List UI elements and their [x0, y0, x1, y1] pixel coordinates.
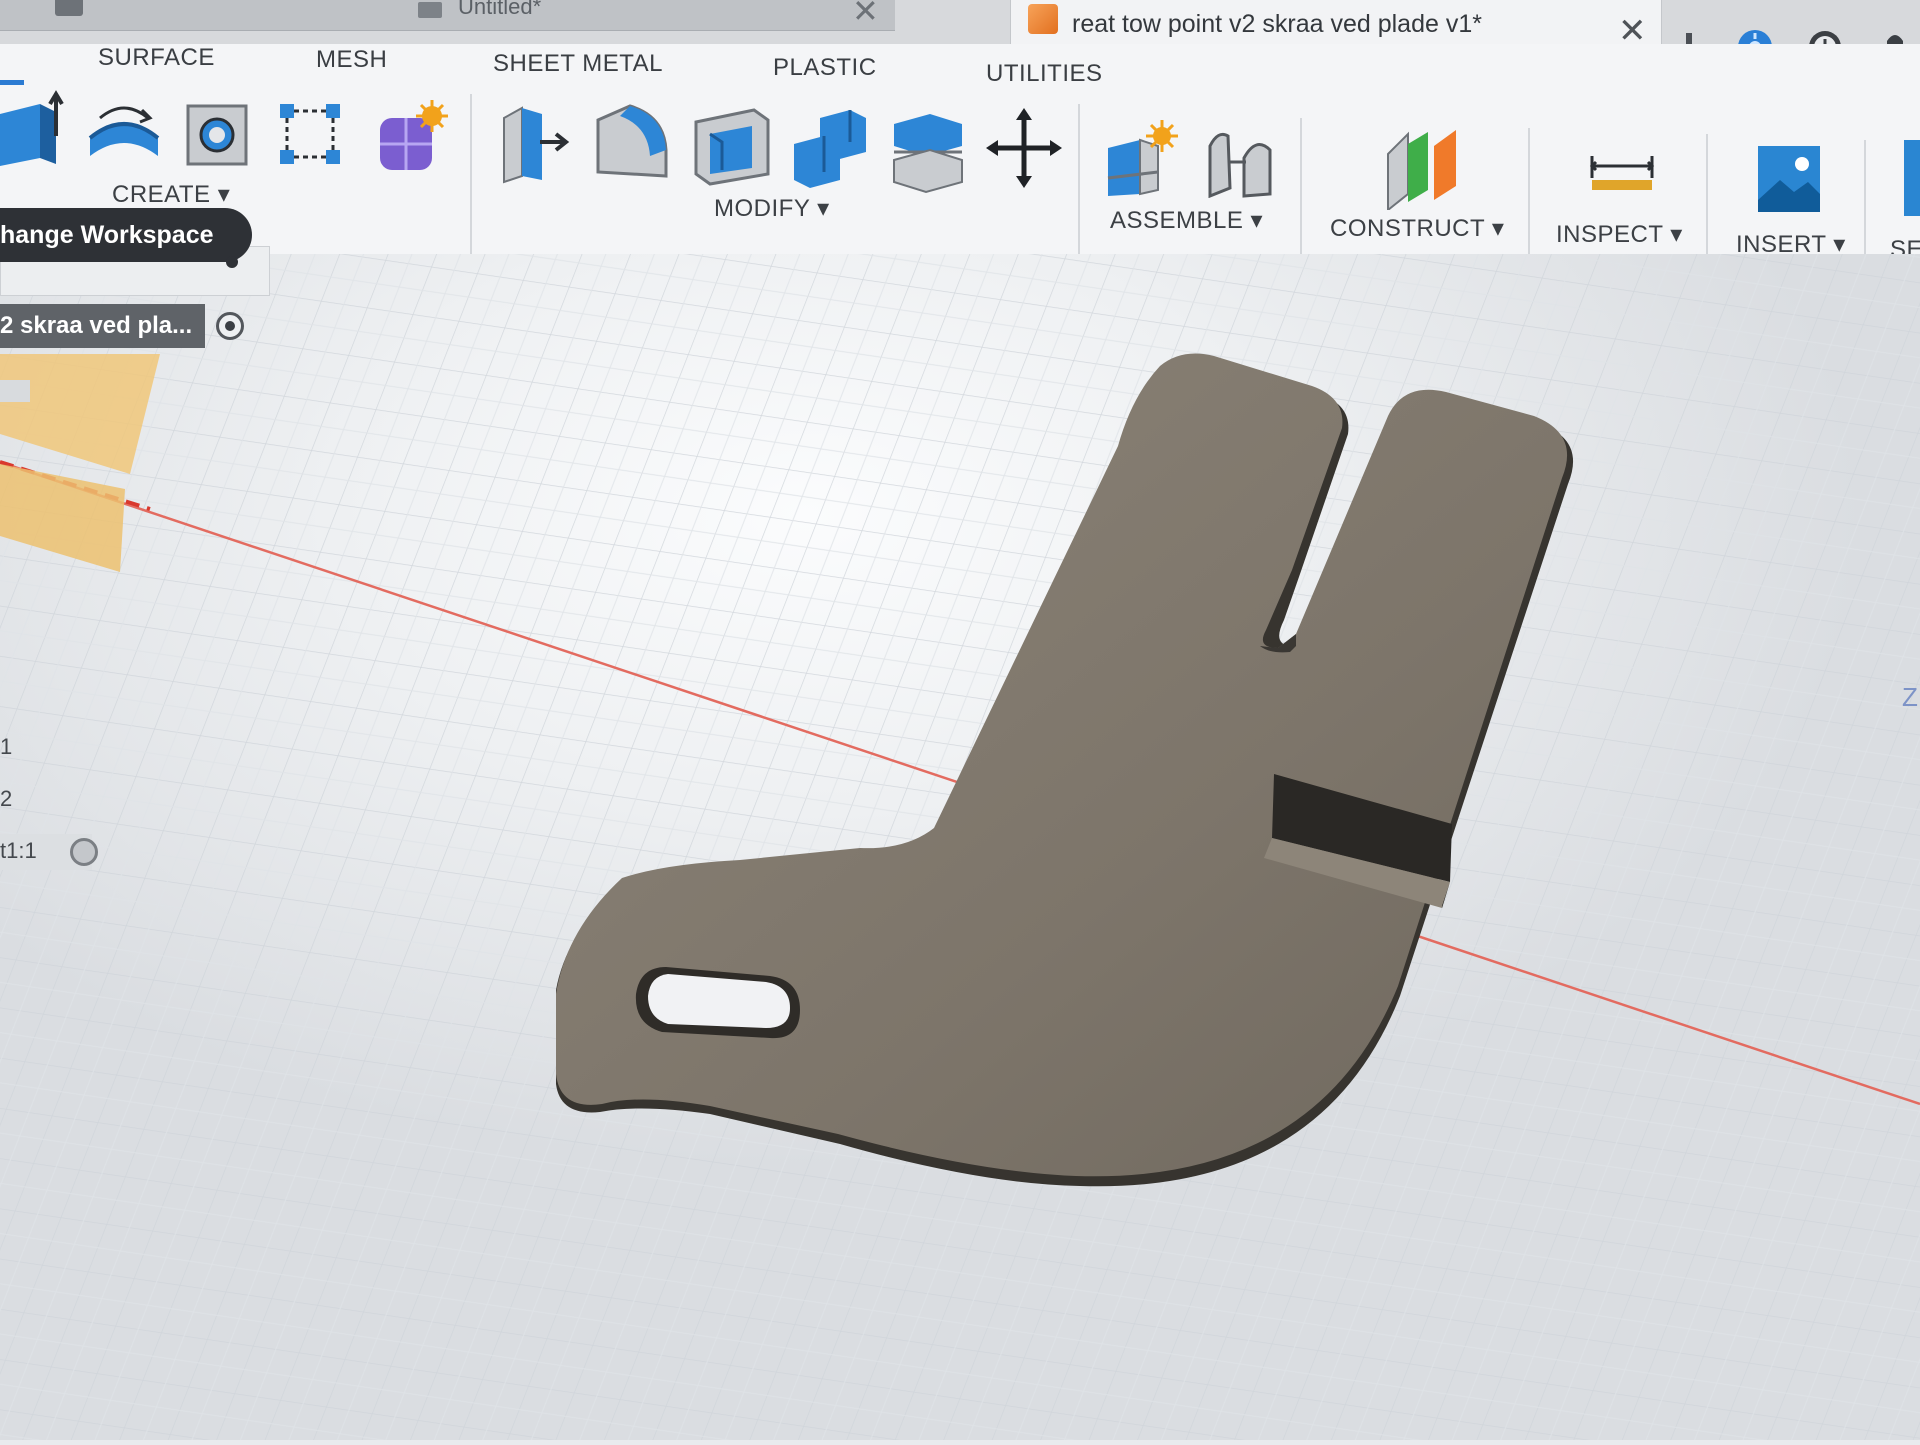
press-pull-icon[interactable]	[500, 94, 570, 189]
active-workspace-underline	[0, 80, 24, 85]
document-icon	[418, 2, 442, 18]
component-icon	[1028, 4, 1058, 34]
browser-item-3[interactable]: t1:1	[0, 838, 37, 864]
fillet-icon[interactable]	[594, 100, 670, 185]
inspect-menu[interactable]: INSPECT ▾	[1556, 220, 1683, 249]
joint-icon[interactable]	[1204, 122, 1276, 203]
tooltip-text: hange Workspace	[0, 221, 214, 249]
offset-plane-icon[interactable]	[1384, 126, 1460, 215]
tab-plastic[interactable]: PLASTIC	[773, 54, 877, 82]
document-tab-untitled[interactable]: Untitled* ✕	[0, 0, 895, 31]
close-tab-icon[interactable]: ✕	[852, 0, 879, 30]
combine-icon[interactable]	[790, 104, 870, 195]
select-icon[interactable]	[1904, 140, 1920, 221]
tab-surface[interactable]: SURFACE	[98, 44, 215, 72]
canvas-viewport[interactable]: Z	[0, 254, 1920, 1440]
insert-image-icon[interactable]	[1756, 144, 1822, 219]
extrude-icon[interactable]	[0, 90, 66, 175]
modify-menu[interactable]: MODIFY ▾	[714, 194, 830, 223]
shell-icon[interactable]	[692, 104, 772, 191]
revolve-icon[interactable]	[86, 100, 162, 169]
viewport-canvas[interactable]	[0, 254, 1920, 1440]
activate-item-radio[interactable]	[70, 838, 98, 866]
component-name: 2 skraa ved pla...	[0, 312, 193, 339]
create-menu[interactable]: CREATE ▾	[112, 180, 230, 209]
separator	[1078, 104, 1080, 264]
browser-component-row[interactable]: 2 skraa ved pla...	[0, 304, 205, 348]
move-icon[interactable]	[986, 108, 1062, 193]
new-component-icon[interactable]	[1104, 118, 1180, 203]
browser-item-1[interactable]: 1	[0, 734, 12, 760]
browser-item-2[interactable]: 2	[0, 786, 12, 812]
z-axis-label: Z	[1902, 682, 1918, 712]
hole-icon[interactable]	[182, 96, 256, 175]
form-icon[interactable]	[374, 98, 450, 179]
change-workspace-tooltip: hange Workspace	[0, 208, 252, 262]
separator	[470, 94, 472, 254]
tab-utilities[interactable]: UTILITIES	[986, 60, 1103, 88]
radio-dot	[225, 321, 235, 331]
tooltip-pointer	[226, 256, 238, 268]
assemble-menu[interactable]: ASSEMBLE ▾	[1110, 206, 1263, 235]
ribbon-toolbar: SURFACE MESH SHEET METAL PLASTIC UTILITI…	[0, 44, 1920, 300]
replace-face-icon[interactable]	[890, 108, 966, 199]
tab-title-untitled: Untitled*	[458, 0, 542, 19]
activate-component-radio[interactable]	[216, 312, 244, 340]
home-icon[interactable]	[55, 0, 83, 16]
document-tab-strip: Untitled* ✕ reat tow point v2 skraa ved …	[0, 0, 1920, 48]
pattern-icon[interactable]	[276, 100, 346, 175]
measure-icon[interactable]	[1588, 148, 1658, 203]
tab-sheet-metal[interactable]: SHEET METAL	[493, 50, 663, 78]
tab-title-active: reat tow point v2 skraa ved plade v1*	[1072, 10, 1482, 38]
construct-menu[interactable]: CONSTRUCT ▾	[1330, 214, 1504, 243]
browser-node[interactable]	[0, 380, 30, 402]
close-tab-icon[interactable]: ✕	[1618, 14, 1647, 48]
tab-mesh[interactable]: MESH	[316, 46, 387, 74]
